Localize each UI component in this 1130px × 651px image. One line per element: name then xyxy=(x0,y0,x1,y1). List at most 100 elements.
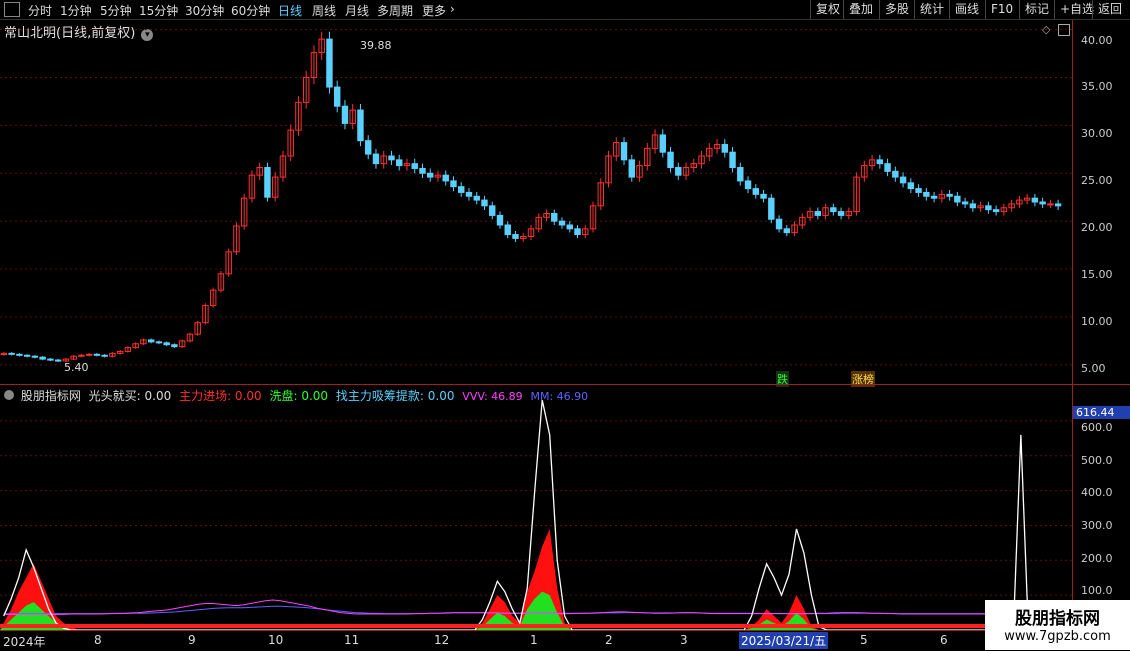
window-icon[interactable] xyxy=(4,2,20,17)
candle-body xyxy=(954,195,961,203)
candle-body xyxy=(729,151,736,169)
period-weekly[interactable]: 周线 xyxy=(312,2,336,19)
indicator-tick: 300.0 xyxy=(1081,519,1113,532)
date-tick: 2 xyxy=(605,633,613,647)
period-monthly[interactable]: 月线 xyxy=(345,2,369,19)
date-tick: 12 xyxy=(434,633,450,647)
candle-body xyxy=(620,142,628,161)
watermark-title: 股朋指标网 xyxy=(1015,609,1100,629)
indicator-tick: 500.0 xyxy=(1081,454,1113,467)
candle-body xyxy=(341,105,349,124)
date-tick: 3 xyxy=(680,633,688,647)
mark-button[interactable]: 标记 xyxy=(1019,0,1054,19)
candle-body xyxy=(39,356,46,360)
candle-body xyxy=(163,342,170,346)
candle-body xyxy=(442,174,449,182)
candle-body xyxy=(396,159,403,167)
period-30min[interactable]: 30分钟 xyxy=(185,2,224,19)
candle-body xyxy=(512,234,519,239)
date-tick: 10 xyxy=(268,633,284,647)
period-5min[interactable]: 5分钟 xyxy=(100,2,132,19)
base-band xyxy=(0,624,1072,628)
indicator-axis: 616.44 600.0 500.0 400.0 300.0 200.0 100… xyxy=(1072,385,1130,630)
candle-body xyxy=(496,214,504,226)
candle-body xyxy=(473,195,480,201)
candle-body xyxy=(264,167,271,198)
candle-body xyxy=(85,353,93,356)
indicator-tick: 100.0 xyxy=(1081,584,1113,597)
period-60min[interactable]: 60分钟 xyxy=(231,2,270,19)
date-tick: 8 xyxy=(94,633,102,647)
candle-body xyxy=(372,153,380,165)
panel-divider[interactable] xyxy=(0,384,1130,385)
price-tick: 30.00 xyxy=(1081,127,1113,140)
candle-body xyxy=(465,191,473,197)
candle-body xyxy=(775,218,783,230)
period-fenshi[interactable]: 分时 xyxy=(28,2,52,19)
date-tick: 5 xyxy=(860,633,868,647)
fuquan-button[interactable]: 复权 xyxy=(810,0,845,19)
multi-stock-button[interactable]: 多股 xyxy=(879,0,914,19)
date-tick: 11 xyxy=(344,633,360,647)
indicator-chart[interactable] xyxy=(0,400,1072,630)
candle-body xyxy=(659,134,666,153)
candle-body xyxy=(458,186,465,193)
candle-body xyxy=(1047,203,1054,206)
candle-body xyxy=(923,191,930,197)
period-daily[interactable]: 日线 xyxy=(278,2,302,19)
candle-body xyxy=(16,353,23,356)
candle-body xyxy=(884,163,891,172)
period-more[interactable]: 更多 xyxy=(422,2,446,19)
period-15min[interactable]: 15分钟 xyxy=(139,2,178,19)
candle-body xyxy=(721,144,729,153)
mm-line xyxy=(3,605,1036,615)
indicator-tick: 400.0 xyxy=(1081,486,1113,499)
candle-body xyxy=(752,188,760,195)
price-axis: 40.00 35.00 30.00 25.00 20.00 15.00 10.0… xyxy=(1072,20,1130,384)
settings-icon[interactable] xyxy=(4,390,14,400)
back-button[interactable]: 返回 xyxy=(1092,0,1127,19)
candle-body xyxy=(628,159,635,178)
candle-body xyxy=(830,207,837,213)
candle-body xyxy=(768,197,775,220)
overlay-button[interactable]: 叠加 xyxy=(843,0,878,19)
candle-body xyxy=(985,205,992,211)
period-1min[interactable]: 1分钟 xyxy=(60,2,92,19)
candle-body xyxy=(155,341,163,344)
period-multi[interactable]: 多周期 xyxy=(377,2,413,19)
candle-body xyxy=(667,151,674,169)
chevron-right-icon[interactable]: › xyxy=(450,2,455,16)
candle-body xyxy=(1039,201,1046,205)
date-tick: 9 xyxy=(188,633,196,647)
candle-body xyxy=(783,228,791,234)
low-price-label: 5.40 xyxy=(64,361,89,374)
candle-body xyxy=(566,224,573,230)
price-tick: 40.00 xyxy=(1081,34,1113,47)
candle-body xyxy=(961,201,969,205)
watermark: 股朋指标网 www.7gpzb.com xyxy=(985,600,1130,650)
candle-body xyxy=(837,211,845,216)
price-tick: 10.00 xyxy=(1081,315,1113,328)
f10-button[interactable]: F10 xyxy=(985,0,1018,19)
candle-body xyxy=(892,170,899,178)
candle-body xyxy=(1031,197,1039,203)
price-tick: 15.00 xyxy=(1081,268,1113,281)
price-tick: 5.00 xyxy=(1081,362,1106,375)
date-tick: 2024年 xyxy=(3,635,46,649)
candle-body xyxy=(101,354,108,357)
candle-body xyxy=(930,195,938,199)
candle-body xyxy=(147,339,155,343)
watermark-url: www.7gpzb.com xyxy=(1004,629,1111,644)
candle-body xyxy=(364,140,372,155)
candlestick-chart[interactable] xyxy=(0,20,1072,384)
candle-body xyxy=(899,176,907,184)
candle-body xyxy=(675,167,682,176)
vvv-line xyxy=(3,599,1036,615)
candle-body xyxy=(946,193,953,197)
candle-body xyxy=(333,86,341,107)
stats-button[interactable]: 统计 xyxy=(914,0,949,19)
draw-button[interactable]: 画线 xyxy=(949,0,984,19)
candle-body xyxy=(171,344,178,348)
candle-body xyxy=(489,205,496,216)
candle-body xyxy=(558,220,566,226)
